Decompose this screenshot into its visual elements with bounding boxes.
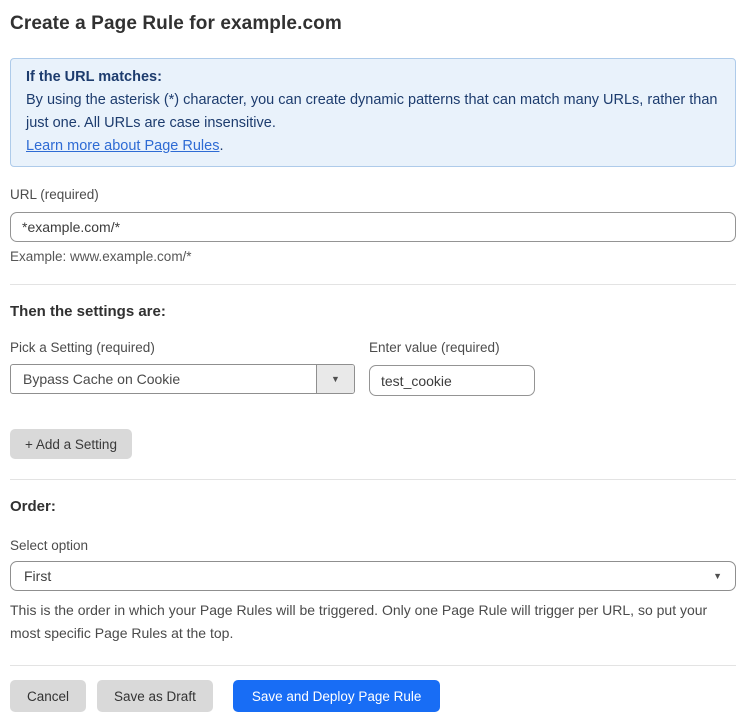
setting-picker-label: Pick a Setting (required) <box>10 340 355 355</box>
learn-more-link[interactable]: Learn more about Page Rules <box>26 138 219 154</box>
add-setting-button[interactable]: + Add a Setting <box>10 429 132 459</box>
save-and-deploy-button[interactable]: Save and Deploy Page Rule <box>233 680 441 712</box>
save-as-draft-button[interactable]: Save as Draft <box>97 680 213 712</box>
setting-picker-value: Bypass Cache on Cookie <box>11 365 316 393</box>
divider <box>10 665 736 666</box>
page-title: Create a Page Rule for example.com <box>10 0 736 35</box>
chevron-down-icon: ▼ <box>713 572 722 581</box>
setting-dropdown-button[interactable]: ▼ <box>316 365 354 393</box>
divider <box>10 284 736 285</box>
url-label: URL (required) <box>10 187 736 202</box>
order-helper-text: This is the order in which your Page Rul… <box>10 599 736 645</box>
settings-heading: Then the settings are: <box>10 303 736 320</box>
link-period: . <box>219 138 223 154</box>
setting-picker-column: Pick a Setting (required) Bypass Cache o… <box>10 320 355 394</box>
url-input[interactable] <box>10 212 736 242</box>
cancel-button[interactable]: Cancel <box>10 680 86 712</box>
setting-row: Pick a Setting (required) Bypass Cache o… <box>10 320 736 396</box>
info-box-heading: If the URL matches: <box>26 66 720 89</box>
info-box-link-line: Learn more about Page Rules. <box>26 135 720 158</box>
form-actions: Cancel Save as Draft Save and Deploy Pag… <box>10 680 736 724</box>
order-select-label: Select option <box>10 538 736 553</box>
order-select-value: First <box>24 568 51 584</box>
create-page-rule-form: Create a Page Rule for example.com If th… <box>0 0 750 724</box>
setting-value-input[interactable] <box>369 365 535 396</box>
order-heading: Order: <box>10 498 736 515</box>
info-box-body: By using the asterisk (*) character, you… <box>26 89 720 135</box>
url-helper-text: Example: www.example.com/* <box>10 249 736 264</box>
chevron-down-icon: ▼ <box>331 375 340 384</box>
setting-picker-dropdown[interactable]: Bypass Cache on Cookie ▼ <box>10 364 355 394</box>
divider <box>10 479 736 480</box>
order-select-dropdown[interactable]: First ▼ <box>10 561 736 591</box>
setting-value-column: Enter value (required) <box>369 320 535 396</box>
setting-value-label: Enter value (required) <box>369 340 535 355</box>
url-match-info-box: If the URL matches: By using the asteris… <box>10 58 736 167</box>
